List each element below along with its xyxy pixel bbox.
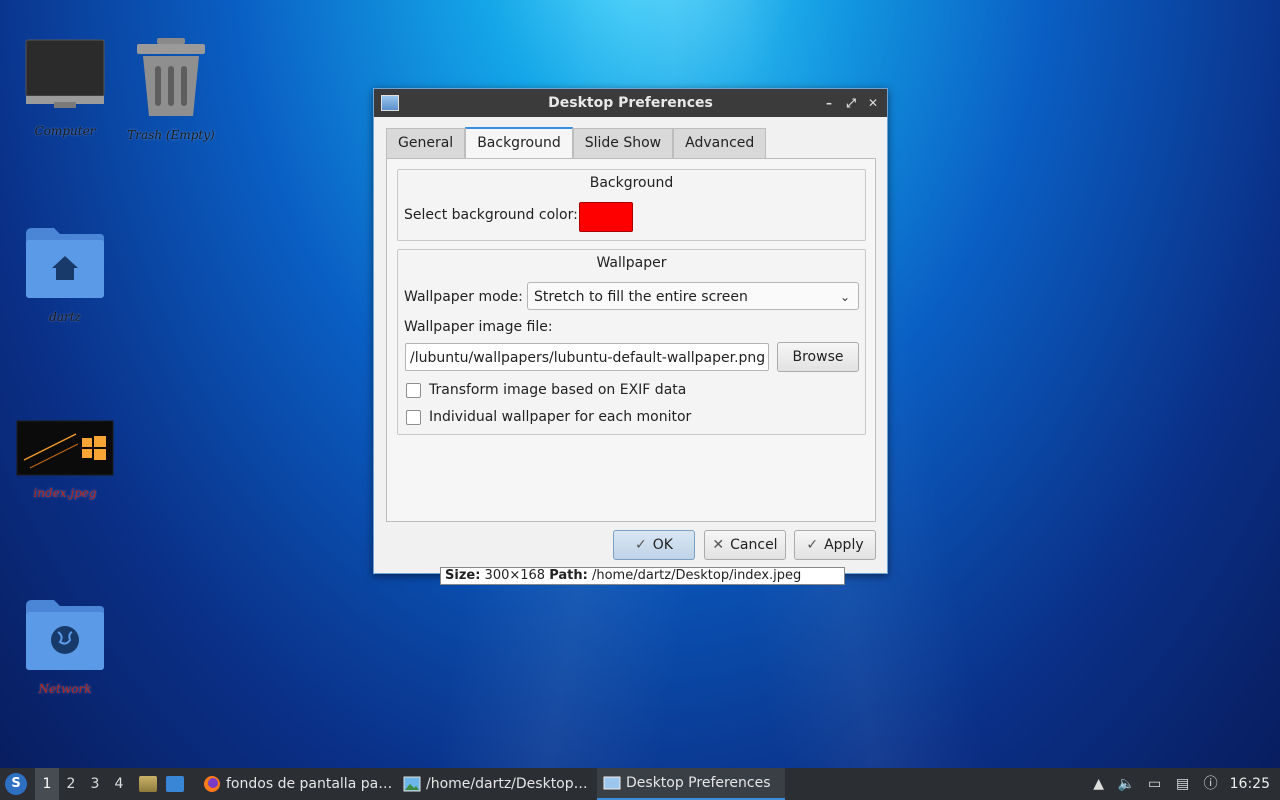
apply-label: Apply	[824, 537, 864, 553]
image-viewer-icon	[403, 776, 421, 792]
task-desktop-preferences[interactable]: Desktop Preferences	[597, 768, 785, 800]
wallpaper-file-label: Wallpaper image file:	[404, 319, 553, 335]
task-label: fondos de pantalla pa…	[226, 776, 393, 792]
maximize-icon[interactable]: ⤢	[843, 95, 859, 111]
workspace-3[interactable]: 3	[83, 768, 107, 800]
task-image-viewer[interactable]: /home/dartz/Desktop…	[397, 768, 597, 800]
cancel-label: Cancel	[730, 537, 778, 553]
clipboard-icon[interactable]: ▤	[1174, 775, 1192, 793]
background-group: Background Select background color:	[397, 169, 866, 241]
close-x-icon: ✕	[712, 537, 725, 553]
wallpaper-mode-value: Stretch to fill the entire screen	[534, 289, 748, 305]
browse-button[interactable]: Browse	[777, 342, 859, 372]
desktop-icon-index-jpeg[interactable]: index.jpeg	[10, 420, 120, 500]
desktop-icon-label: Trash (Empty)	[127, 128, 215, 142]
tab-background[interactable]: Background	[465, 127, 573, 159]
tab-advanced[interactable]: Advanced	[673, 128, 767, 158]
checkbox-box[interactable]	[406, 382, 421, 398]
tooltip-size-value: 300×168	[484, 568, 546, 583]
trash-icon	[137, 38, 205, 116]
desktop-icon-label: dartz	[49, 310, 81, 324]
background-color-button[interactable]	[579, 202, 633, 232]
check-icon: ✓	[806, 537, 819, 553]
desktop-icon-home[interactable]: dartz	[10, 224, 120, 324]
tab-general[interactable]: General	[386, 128, 466, 158]
chevron-down-icon: ⌄	[839, 290, 850, 304]
workspace-4[interactable]: 4	[107, 768, 131, 800]
exif-checkbox-label: Transform image based on EXIF data	[429, 382, 687, 398]
wallpaper-mode-select[interactable]: Stretch to fill the entire screen ⌄	[527, 282, 859, 310]
workspace-1[interactable]: 1	[35, 768, 59, 800]
task-firefox[interactable]: fondos de pantalla pa…	[197, 768, 397, 800]
workspace-2[interactable]: 2	[59, 768, 83, 800]
exif-checkbox[interactable]: Transform image based on EXIF data	[406, 382, 686, 398]
home-folder-icon	[26, 228, 104, 298]
firefox-icon	[204, 776, 220, 792]
apply-button[interactable]: ✓ Apply	[794, 530, 876, 560]
tooltip-path-value: /home/dartz/Desktop/index.jpeg	[591, 568, 802, 583]
clock[interactable]: 16:25	[1230, 776, 1270, 792]
wallpaper-group: Wallpaper Wallpaper mode: Stretch to fil…	[397, 249, 866, 435]
checkbox-box[interactable]	[406, 409, 421, 425]
image-thumbnail-icon	[16, 420, 114, 476]
network-monitor-icon[interactable]: ▭	[1146, 775, 1164, 793]
network-folder-icon	[26, 600, 104, 670]
per-monitor-checkbox[interactable]: Individual wallpaper for each monitor	[406, 409, 691, 425]
taskbar: S 1 2 3 4 fondos de pantalla pa… /home/d…	[0, 768, 1280, 800]
file-tooltip: Size: 300×168 Path: /home/dartz/Desktop/…	[440, 567, 845, 585]
background-tab-panel: Background Select background color: Wall…	[386, 158, 876, 522]
update-notifier-icon[interactable]: ⓘ	[1202, 775, 1220, 793]
ok-button[interactable]: ✓ OK	[613, 530, 695, 560]
task-label: Desktop Preferences	[626, 775, 771, 791]
close-icon[interactable]: ✕	[865, 95, 881, 111]
group-title: Wallpaper	[596, 255, 667, 271]
task-label: /home/dartz/Desktop…	[426, 776, 588, 792]
tab-slide-show[interactable]: Slide Show	[572, 128, 674, 158]
per-monitor-checkbox-label: Individual wallpaper for each monitor	[429, 409, 692, 425]
minimize-icon[interactable]: –	[821, 95, 837, 111]
desktop-icon-label: Network	[38, 682, 92, 696]
desktop-icon-computer[interactable]: Computer	[10, 38, 120, 138]
window-icon	[603, 776, 621, 790]
desktop-icon-trash[interactable]: Trash (Empty)	[116, 36, 226, 142]
tooltip-size-key: Size:	[445, 568, 481, 583]
group-title: Background	[589, 175, 674, 191]
show-desktop-icon[interactable]	[166, 776, 184, 792]
tooltip-path-key: Path:	[549, 568, 588, 583]
system-tray: ▲ 🔈 ▭ ▤ ⓘ 16:25	[1090, 768, 1280, 800]
dialog-titlebar[interactable]: Desktop Preferences – ⤢ ✕	[374, 89, 887, 117]
ok-label: OK	[652, 537, 673, 553]
desktop-preferences-dialog: Desktop Preferences – ⤢ ✕ General Backgr…	[373, 88, 888, 574]
desktop-icon-network[interactable]: Network	[10, 596, 120, 696]
wallpaper-file-input[interactable]: /lubuntu/wallpapers/lubuntu-default-wall…	[405, 343, 769, 371]
check-icon: ✓	[635, 537, 647, 553]
desktop-icon-label: Computer	[34, 124, 96, 138]
chevron-up-icon[interactable]: ▲	[1090, 775, 1108, 793]
background-color-label: Select background color:	[404, 207, 578, 223]
start-menu-icon[interactable]: S	[5, 773, 27, 795]
volume-icon[interactable]: 🔈	[1118, 775, 1136, 793]
dialog-title: Desktop Preferences	[548, 95, 713, 111]
wallpaper-mode-label: Wallpaper mode:	[404, 289, 523, 305]
file-manager-icon[interactable]	[139, 776, 157, 792]
computer-icon	[25, 39, 105, 108]
cancel-button[interactable]: ✕ Cancel	[704, 530, 786, 560]
tab-bar: General Background Slide Show Advanced	[386, 127, 767, 159]
desktop-icon-label: index.jpeg	[33, 486, 97, 500]
